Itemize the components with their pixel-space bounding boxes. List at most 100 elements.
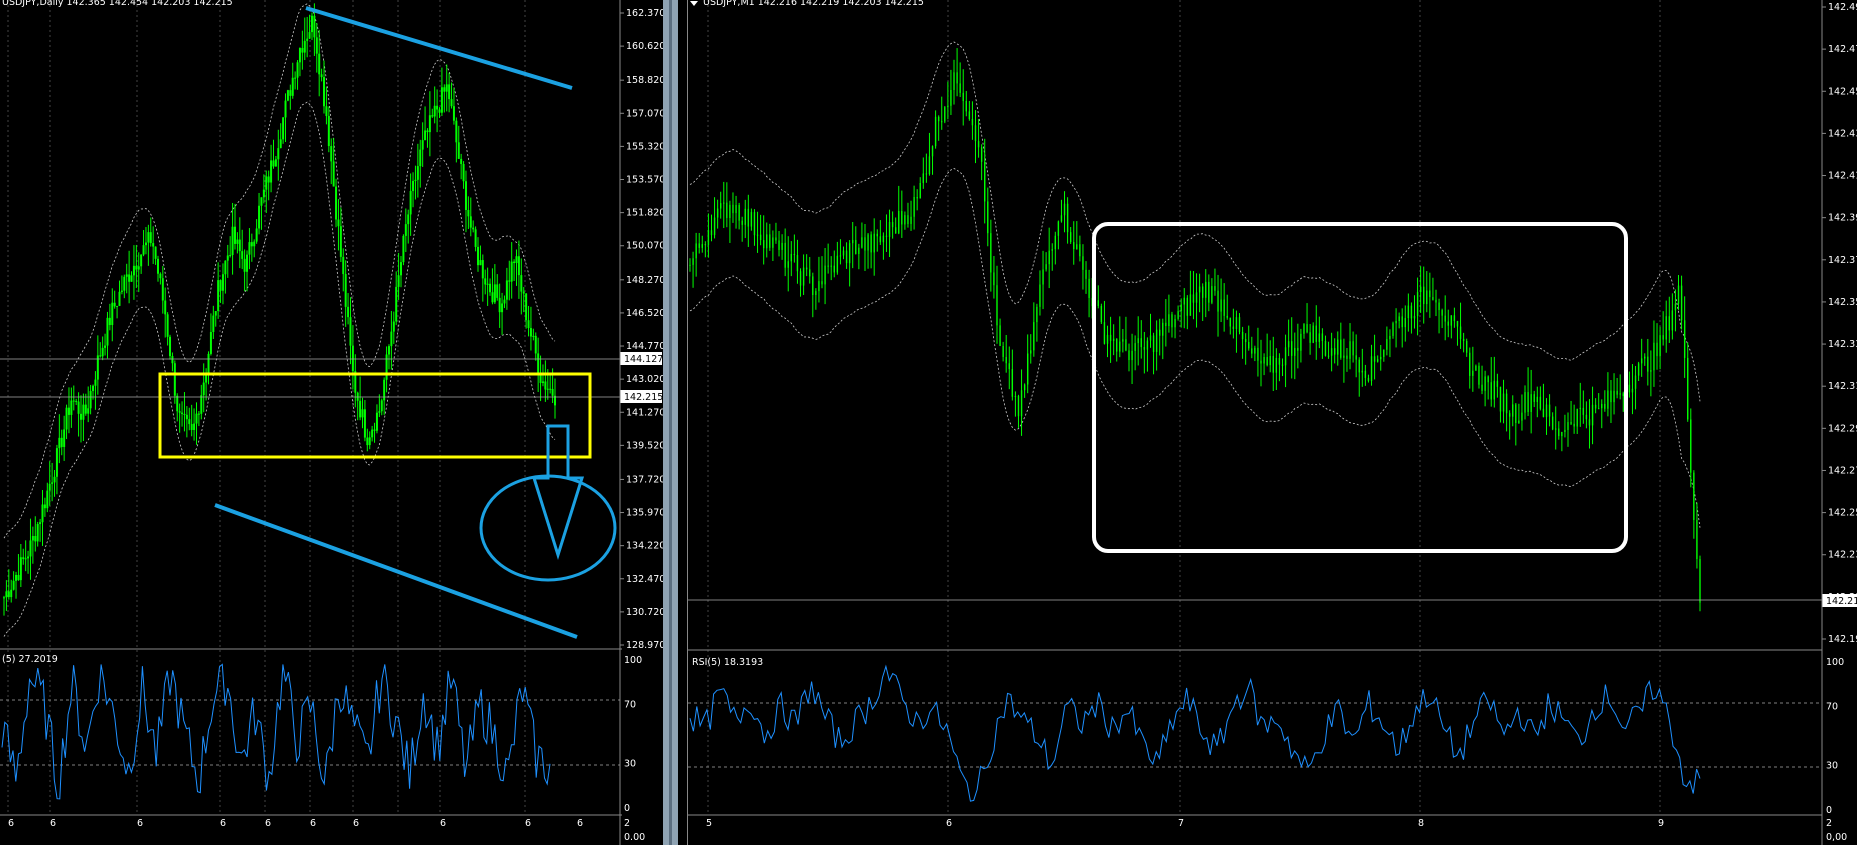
left-rsi-line: [1, 663, 551, 800]
right-candle-body: [689, 264, 691, 266]
right-candle-body: [1171, 314, 1173, 328]
right-candle-body: [1533, 394, 1535, 402]
left-candle-body: [123, 276, 126, 291]
right-candle-body: [1419, 286, 1422, 293]
right-candle-body: [1677, 285, 1680, 304]
right-candle-body: [1502, 393, 1505, 412]
right-candle-body: [762, 240, 765, 249]
left-candle-body: [262, 189, 265, 198]
left-candle-body: [72, 400, 75, 402]
left-candle-body: [152, 243, 155, 247]
left-candle-body: [424, 130, 427, 141]
left-candle-body: [450, 99, 453, 107]
right-candle-body: [934, 116, 937, 147]
left-candle-body: [443, 87, 446, 92]
left-time-label: 6: [353, 818, 359, 829]
right-candle-body: [1337, 339, 1339, 355]
right-candle-body: [1423, 286, 1425, 305]
right-candle-body: [1192, 294, 1195, 303]
left-candle-body: [60, 437, 63, 447]
right-candle-body: [1085, 269, 1087, 279]
right-candle-body: [977, 141, 980, 148]
left-candle-body: [272, 160, 275, 167]
right-candle-body: [1260, 360, 1262, 364]
left-candle-body: [246, 254, 249, 272]
left-candle-body: [325, 106, 328, 116]
right-candle-body: [1693, 472, 1695, 520]
right-candle-body: [1275, 357, 1278, 373]
right-candle-body: [1294, 347, 1296, 356]
left-candle-body: [481, 260, 484, 279]
left-candle-body: [63, 429, 66, 447]
left-candle-body: [212, 315, 215, 333]
right-candle-body: [1647, 356, 1649, 372]
left-candle-body: [351, 345, 354, 372]
right-candle-body: [1349, 341, 1351, 359]
left-price-label: 139.520: [626, 440, 665, 451]
right-candle-body: [1057, 221, 1060, 236]
left-price-label: 146.520: [626, 308, 665, 319]
left-corner-label-2: 0.00: [624, 832, 645, 843]
right-candle-body: [984, 161, 986, 202]
right-candle-body: [1493, 380, 1496, 400]
right-candle-body: [888, 222, 891, 237]
dropdown-arrow-icon[interactable]: [690, 1, 698, 6]
right-candle-body: [1376, 359, 1379, 362]
right-candle-body: [1109, 334, 1112, 341]
left-lower-band: [3, 101, 556, 637]
right-candle-body: [1023, 384, 1026, 391]
right-candle-body: [1014, 396, 1017, 398]
right-candle-body: [1180, 304, 1182, 312]
right-candle-body: [1165, 322, 1167, 327]
right-candle-body: [1030, 350, 1032, 354]
right-candle-body: [812, 276, 814, 295]
right-candle-body: [1333, 348, 1336, 355]
right-candle-body: [1229, 317, 1232, 327]
left-candle-body: [284, 100, 287, 118]
left-candle-body: [144, 242, 147, 246]
left-candle-body: [541, 381, 544, 383]
left-candle-body: [248, 242, 251, 255]
left-candle-body: [176, 395, 179, 412]
right-candle-body: [1530, 394, 1532, 412]
right-candle-body: [1063, 203, 1066, 216]
right-candle-body: [716, 208, 719, 218]
upper-trendline: [305, 6, 573, 90]
left-candle-body: [147, 232, 150, 243]
right-candle-body: [1456, 321, 1459, 327]
left-candle-body: [219, 280, 222, 291]
right-candle-body: [1640, 358, 1643, 364]
right-candle-body: [1066, 203, 1069, 233]
right-candle-body: [1628, 384, 1631, 393]
right-candle-body: [1119, 341, 1121, 352]
left-candle-body: [94, 379, 97, 386]
left-price-label: 141.270: [626, 407, 665, 418]
right-candle-body: [1429, 290, 1431, 298]
right-candle-body: [1696, 519, 1698, 559]
left-candle-body: [296, 62, 299, 78]
left-candle-body: [7, 591, 10, 598]
left-candle-body: [368, 437, 371, 446]
right-candle-body: [1462, 338, 1465, 341]
left-candle-body: [339, 226, 342, 257]
right-candle-body: [1551, 416, 1554, 430]
left-candle-body: [385, 354, 388, 380]
right-candle-body: [1287, 341, 1290, 348]
right-candle-body: [1591, 404, 1594, 426]
right-candle-body: [1481, 384, 1483, 391]
left-price-label: 144.770: [626, 341, 665, 352]
left-time-label: 6: [50, 818, 56, 829]
left-candle-body: [197, 413, 200, 415]
right-grid: [707, 0, 1661, 815]
right-candle-body: [1438, 302, 1440, 311]
right-candle-body: [1389, 335, 1391, 340]
left-candle-body: [395, 286, 398, 322]
left-candle-body: [472, 227, 475, 230]
left-candle-body: [491, 292, 494, 303]
left-candle-body: [255, 228, 258, 242]
right-candle-body: [922, 173, 925, 183]
right-candle-body: [959, 83, 961, 93]
right-candle-body: [698, 243, 700, 248]
right-candle-body: [744, 208, 746, 225]
right-candle-body: [1100, 305, 1103, 323]
